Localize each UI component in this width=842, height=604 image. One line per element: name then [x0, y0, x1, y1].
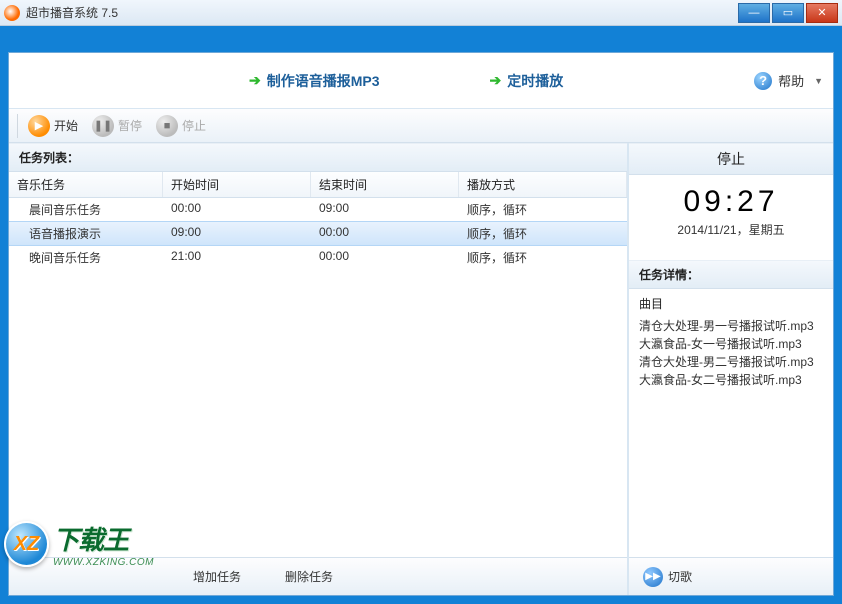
task-grid-header: 音乐任务 开始时间 结束时间 播放方式: [9, 172, 627, 198]
stop-button[interactable]: ■ 停止: [150, 113, 212, 139]
track-item[interactable]: 大瀛食品-女一号播报试听.mp3: [639, 335, 823, 353]
track-list: 曲目 清仓大处理-男一号播报试听.mp3大瀛食品-女一号播报试听.mp3清仓大处…: [629, 289, 833, 557]
chevron-down-icon: ▼: [814, 76, 823, 86]
clock-date: 2014/11/21，星期五: [629, 221, 833, 238]
play-label: 开始: [54, 117, 78, 134]
scheduled-play-link[interactable]: ➔ 定时播放: [490, 71, 564, 91]
play-button[interactable]: ▶ 开始: [22, 113, 84, 139]
col-mode-header[interactable]: 播放方式: [459, 172, 627, 197]
stop-icon: ■: [156, 115, 178, 137]
add-task-button[interactable]: 增加任务: [187, 566, 247, 587]
skip-label: 切歌: [668, 568, 692, 585]
help-button[interactable]: ? 帮助 ▼: [754, 71, 823, 90]
scheduled-label: 定时播放: [507, 71, 563, 91]
arrow-right-icon: ➔: [249, 72, 261, 89]
titlebar: 超市播音系统 7.5 — ▭ ✕: [0, 0, 842, 26]
close-button[interactable]: ✕: [806, 3, 838, 23]
stop-label: 停止: [182, 117, 206, 134]
delete-task-button[interactable]: 删除任务: [279, 566, 339, 587]
maximize-button[interactable]: ▭: [772, 3, 804, 23]
pause-icon: ❚❚: [92, 115, 114, 137]
ribbon-strip: [0, 26, 842, 48]
help-label: 帮助: [778, 71, 804, 90]
col-end-header[interactable]: 结束时间: [311, 172, 459, 197]
pause-label: 暂停: [118, 117, 142, 134]
make-mp3-label: 制作语音播报MP3: [267, 71, 380, 91]
track-label: 曲目: [639, 295, 823, 313]
task-grid-body: 晨间音乐任务00:0009:00顺序，循环语音播报演示09:0000:00顺序，…: [9, 198, 627, 557]
table-row[interactable]: 晚间音乐任务21:0000:00顺序，循环: [9, 246, 627, 269]
track-item[interactable]: 清仓大处理-男二号播报试听.mp3: [639, 353, 823, 371]
clock-time: 09:27: [629, 185, 833, 219]
minimize-button[interactable]: —: [738, 3, 770, 23]
help-icon: ?: [754, 72, 772, 90]
play-icon: ▶: [28, 115, 50, 137]
app-icon: [4, 5, 20, 21]
arrow-right-icon: ➔: [490, 72, 502, 89]
track-item[interactable]: 清仓大处理-男一号播报试听.mp3: [639, 317, 823, 335]
make-mp3-link[interactable]: ➔ 制作语音播报MP3: [249, 71, 380, 91]
details-header: 任务详情：: [629, 260, 833, 289]
col-task-header[interactable]: 音乐任务: [9, 172, 163, 197]
window-title: 超市播音系统 7.5: [26, 4, 118, 21]
skip-icon: ▶▶: [643, 567, 663, 587]
table-row[interactable]: 语音播报演示09:0000:00顺序，循环: [9, 221, 627, 246]
status-header: 停止: [629, 143, 833, 175]
skip-button[interactable]: ▶▶ 切歌: [637, 565, 698, 589]
clock-panel: 09:27 2014/11/21，星期五: [629, 175, 833, 242]
track-item[interactable]: 大瀛食品-女二号播报试听.mp3: [639, 371, 823, 389]
col-start-header[interactable]: 开始时间: [163, 172, 311, 197]
pause-button[interactable]: ❚❚ 暂停: [86, 113, 148, 139]
table-row[interactable]: 晨间音乐任务00:0009:00顺序，循环: [9, 198, 627, 221]
task-list-header: 任务列表：: [9, 143, 627, 172]
